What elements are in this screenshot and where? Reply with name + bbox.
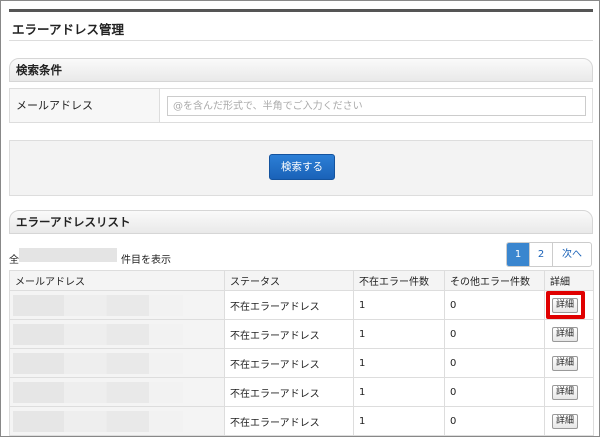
absent-count-cell: 1: [353, 319, 445, 349]
email-cell-redacted: [9, 290, 225, 320]
search-button-area: 検索する: [9, 140, 593, 196]
detail-cell: 詳細: [544, 348, 594, 378]
status-cell: 不在エラーアドレス: [224, 377, 354, 407]
other-count-cell: 0: [444, 348, 545, 378]
detail-button-highlight: [546, 291, 585, 319]
column-header-status: ステータス: [224, 270, 354, 291]
email-search-input[interactable]: [167, 96, 586, 116]
table-row: 不在エラーアドレス 1 0 詳細: [9, 377, 594, 407]
detail-button[interactable]: 詳細: [552, 413, 578, 429]
column-header-absent-count: 不在エラー件数: [353, 270, 445, 291]
absent-count-cell: 1: [353, 406, 445, 436]
detail-cell: 詳細: [544, 319, 594, 349]
table-row: 不在エラーアドレス 1 0 詳細: [9, 290, 594, 320]
column-header-other-count: その他エラー件数: [444, 270, 545, 291]
status-cell: 不在エラーアドレス: [224, 348, 354, 378]
other-count-cell: 0: [444, 290, 545, 320]
top-bar: [9, 9, 593, 12]
absent-count-cell: 1: [353, 377, 445, 407]
other-count-cell: 0: [444, 319, 545, 349]
page-frame: エラーアドレス管理 検索条件 メールアドレス 検索する エラーアドレスリスト 全…: [0, 0, 600, 437]
other-count-cell: 0: [444, 406, 545, 436]
detail-button[interactable]: 詳細: [552, 384, 578, 400]
pagination: 1 2 次へ: [506, 242, 592, 267]
absent-count-cell: 1: [353, 348, 445, 378]
email-cell-redacted: [9, 348, 225, 378]
error-address-table: メールアドレス ステータス 不在エラー件数 その他エラー件数 詳細 不在エラーア…: [9, 270, 594, 436]
email-cell-redacted: [9, 406, 225, 436]
table-row: 不在エラーアドレス 1 0 詳細: [9, 348, 594, 378]
count-redacted: [19, 248, 117, 262]
email-cell-redacted: [9, 377, 225, 407]
other-count-cell: 0: [444, 377, 545, 407]
status-cell: 不在エラーアドレス: [224, 290, 354, 320]
detail-cell: 詳細: [544, 406, 594, 436]
column-header-detail: 詳細: [544, 270, 594, 291]
title-divider: [9, 40, 593, 41]
page-2-button[interactable]: 2: [530, 243, 553, 266]
email-label: メールアドレス: [10, 89, 160, 122]
search-conditions-header: 検索条件: [9, 58, 593, 82]
table-row: 不在エラーアドレス 1 0 詳細: [9, 406, 594, 436]
detail-button[interactable]: 詳細: [552, 355, 578, 371]
search-email-row: メールアドレス: [9, 88, 593, 123]
detail-cell: 詳細: [544, 377, 594, 407]
email-cell-redacted: [9, 319, 225, 349]
count-suffix: 件目を表示: [121, 255, 171, 266]
page-title: エラーアドレス管理: [12, 22, 125, 37]
page-1-button[interactable]: 1: [507, 243, 530, 266]
table-row: 不在エラーアドレス 1 0 詳細: [9, 319, 594, 349]
status-cell: 不在エラーアドレス: [224, 406, 354, 436]
count-prefix: 全: [9, 255, 19, 266]
next-page-button[interactable]: 次へ: [553, 243, 591, 266]
error-address-list-header: エラーアドレスリスト: [9, 210, 593, 234]
column-header-email: メールアドレス: [9, 270, 225, 291]
status-cell: 不在エラーアドレス: [224, 319, 354, 349]
search-button[interactable]: 検索する: [269, 154, 335, 180]
detail-button[interactable]: 詳細: [552, 326, 578, 342]
absent-count-cell: 1: [353, 290, 445, 320]
table-header-row: メールアドレス ステータス 不在エラー件数 その他エラー件数 詳細: [9, 270, 594, 291]
